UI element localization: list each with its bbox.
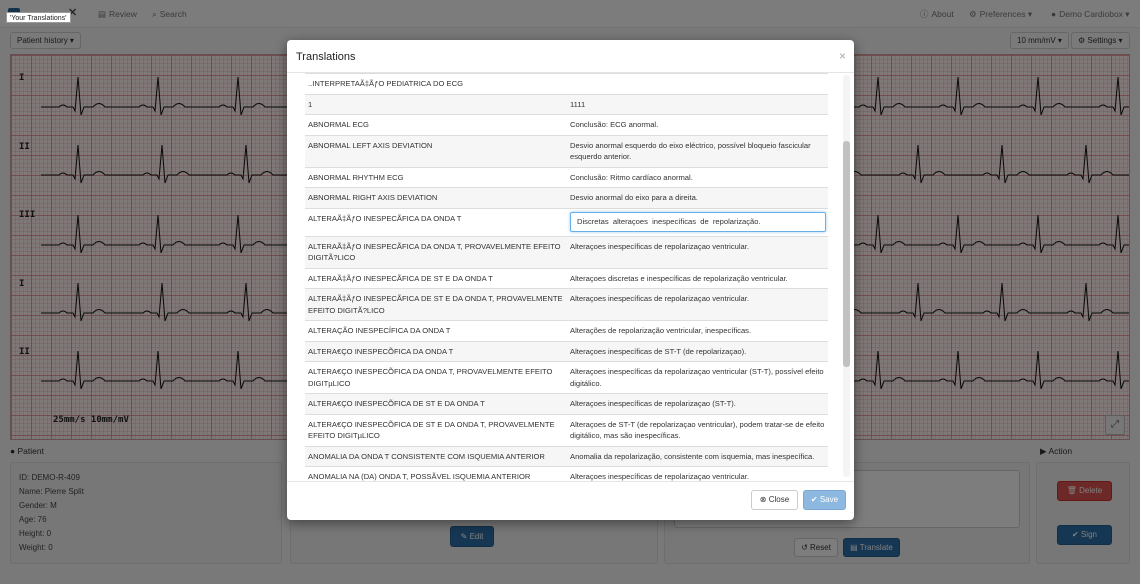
translation-row[interactable]: ALTERA€ÇO INESPECÕFICA DE ST E DA ONDA T…	[305, 413, 828, 446]
check-circle-icon: ✔	[810, 495, 818, 504]
translation-text[interactable]: Alteraçoes inespecíficas de ST-T (de rep…	[567, 342, 828, 362]
source-text: ABNORMAL LEFT AXIS DEVIATION	[308, 140, 433, 150]
source-text: ALTERAÃ‡ÃƒO INESPECÃFICA DA ONDA T, PROV…	[308, 241, 561, 263]
source-text: 1	[308, 99, 313, 109]
save-label: Save	[819, 495, 839, 504]
translation-text[interactable]: Desvio anormal esquerdo do eixo eléctric…	[567, 136, 828, 167]
modal-title: Translations	[296, 51, 356, 63]
save-button[interactable]: ✔ Save	[803, 490, 846, 510]
source-text: ANOMALIA NA (DA) ONDA T, POSSÃVEL ISQUEM…	[308, 472, 531, 481]
modal-header: Translations ×	[287, 40, 854, 73]
translation-row[interactable]: ALTERA€ÇO INESPECÕFICA DE ST E DA ONDA T…	[305, 393, 828, 414]
translation-row[interactable]: ALTERAÇÃO INESPECÍFICA DA ONDA T Alteraçõ…	[305, 320, 828, 341]
translation-row[interactable]: 1 1111	[305, 93, 828, 115]
translation-text[interactable]: Alteraçoes inespecíficas de repolarizaça…	[567, 237, 828, 268]
close-icon[interactable]: ×	[839, 49, 846, 63]
translation-text[interactable]: 1111	[567, 95, 828, 115]
source-text: ALTERA€ÇO INESPECÕFICA DA ONDA T	[308, 346, 454, 356]
translation-text[interactable]: Alteraçoes discretas e inespecíficas de …	[567, 269, 828, 289]
translation-text[interactable]: Alteraçoes inespecíficas de repolarizaça…	[567, 467, 828, 481]
translation-row[interactable]: ALTERAÃ‡ÃƒO INESPECÃFICA DA ONDA T	[305, 207, 828, 236]
scrollbar-thumb[interactable]	[843, 141, 850, 367]
translation-row[interactable]: ALTERA€ÇO INESPECÕFICA DA ONDA T Alteraço…	[305, 340, 828, 362]
translation-text[interactable]: Alteraçoes inespecíficas de repolarizaça…	[567, 394, 828, 414]
translation-row[interactable]: ABNORMAL ECG Conclusão: ECG anormal.	[305, 114, 828, 135]
translation-row[interactable]: ALTERAÃ‡ÃƒO INESPECÃFICA DE ST E DA ONDA…	[305, 267, 828, 289]
source-text: ..INTERPRETAÃ‡ÃƒO PEDIATRICA DO ECG	[308, 79, 463, 88]
source-text: ABNORMAL RIGHT AXIS DEVIATION	[308, 193, 438, 202]
translation-row[interactable]: ANOMALIA DA ONDA T CONSISTENTE COM ISQUE…	[305, 445, 828, 467]
source-text: ABNORMAL ECG	[308, 120, 369, 129]
translation-row[interactable]: ..INTERPRETAÃ‡ÃƒO PEDIATRICA DO ECG	[305, 73, 828, 94]
source-text: ALTERAÃ‡ÃƒO INESPECÃFICA DE ST E DA ONDA…	[308, 273, 493, 283]
source-text: ALTERA€ÇO INESPECÕFICA DA ONDA T, PROVAV…	[308, 367, 553, 388]
translations-table: ..INTERPRETAÃ‡ÃƒO PEDIATRICA DO ECG 1 1111…	[305, 73, 828, 481]
close-label: Close	[768, 495, 790, 504]
translation-cell[interactable]	[567, 209, 828, 236]
source-text: ALTERAÇÃO INESPECÍFICA DA ONDA T	[308, 326, 451, 335]
translation-row[interactable]: ABNORMAL RHYTHM ECG Conclusão: Ritmo card…	[305, 166, 828, 188]
translation-text[interactable]: Conclusão: Ritmo cardíaco anormal.	[567, 168, 828, 188]
translation-input[interactable]	[570, 211, 826, 232]
translation-text[interactable]	[567, 74, 828, 94]
translation-text[interactable]: Anomalia da repolarização, consistente c…	[567, 447, 828, 467]
modal-scrollbar[interactable]	[843, 75, 850, 477]
source-text: ALTERAÃ‡ÃƒO INESPECÃFICA DE ST E DA ONDA…	[308, 294, 563, 315]
source-text: ABNORMAL RHYTHM ECG	[308, 172, 404, 182]
close-button[interactable]: ⊗ Close	[751, 490, 798, 510]
tooltip: 'Your Translations'	[6, 12, 71, 23]
translation-text[interactable]: Alterações de repolarização ventricular,…	[567, 321, 828, 341]
translation-text[interactable]: Alteraçoes de ST-T (de repolarizaçao ven…	[567, 415, 828, 446]
translation-row[interactable]: ABNORMAL RIGHT AXIS DEVIATION Desvio anor…	[305, 187, 828, 208]
modal-body: ..INTERPRETAÃ‡ÃƒO PEDIATRICA DO ECG 1 1111…	[287, 73, 854, 481]
translation-row[interactable]: ANOMALIA NA (DA) ONDA T, POSSÃVEL ISQUEM…	[305, 466, 828, 481]
source-text: ALTERA€ÇO INESPECÕFICA DE ST E DA ONDA T	[308, 399, 485, 408]
translation-text[interactable]: Conclusão: ECG anormal.	[567, 115, 828, 135]
translations-modal: Translations × ..INTERPRETAÃ‡ÃƒO PEDIATR…	[287, 40, 854, 520]
translation-text[interactable]: Alteraçoes inespecíficas de repolarizaça…	[567, 289, 828, 320]
translation-text[interactable]: Desvio anormal do eixo para a direita.	[567, 188, 828, 208]
translation-text[interactable]: Alteraçoes inespecíficas da repolarizaça…	[567, 362, 828, 393]
translation-row[interactable]: ALTERAÃ‡ÃƒO INESPECÃFICA DA ONDA T, PROV…	[305, 235, 828, 268]
modal-footer: ⊗ Close ✔ Save	[287, 481, 854, 520]
translation-row[interactable]: ALTERA€ÇO INESPECÕFICA DA ONDA T, PROVAV…	[305, 361, 828, 393]
translation-row[interactable]: ALTERAÃ‡ÃƒO INESPECÃFICA DE ST E DA ONDA…	[305, 288, 828, 320]
source-text: ALTERA€ÇO INESPECÕFICA DE ST E DA ONDA T…	[308, 419, 555, 441]
source-text: ALTERAÃ‡ÃƒO INESPECÃFICA DA ONDA T	[308, 213, 462, 223]
translation-row[interactable]: ABNORMAL LEFT AXIS DEVIATION Desvio anorm…	[305, 134, 828, 167]
source-text: ANOMALIA DA ONDA T CONSISTENTE COM ISQUE…	[308, 451, 545, 461]
close-circle-icon: ⊗	[759, 495, 767, 504]
